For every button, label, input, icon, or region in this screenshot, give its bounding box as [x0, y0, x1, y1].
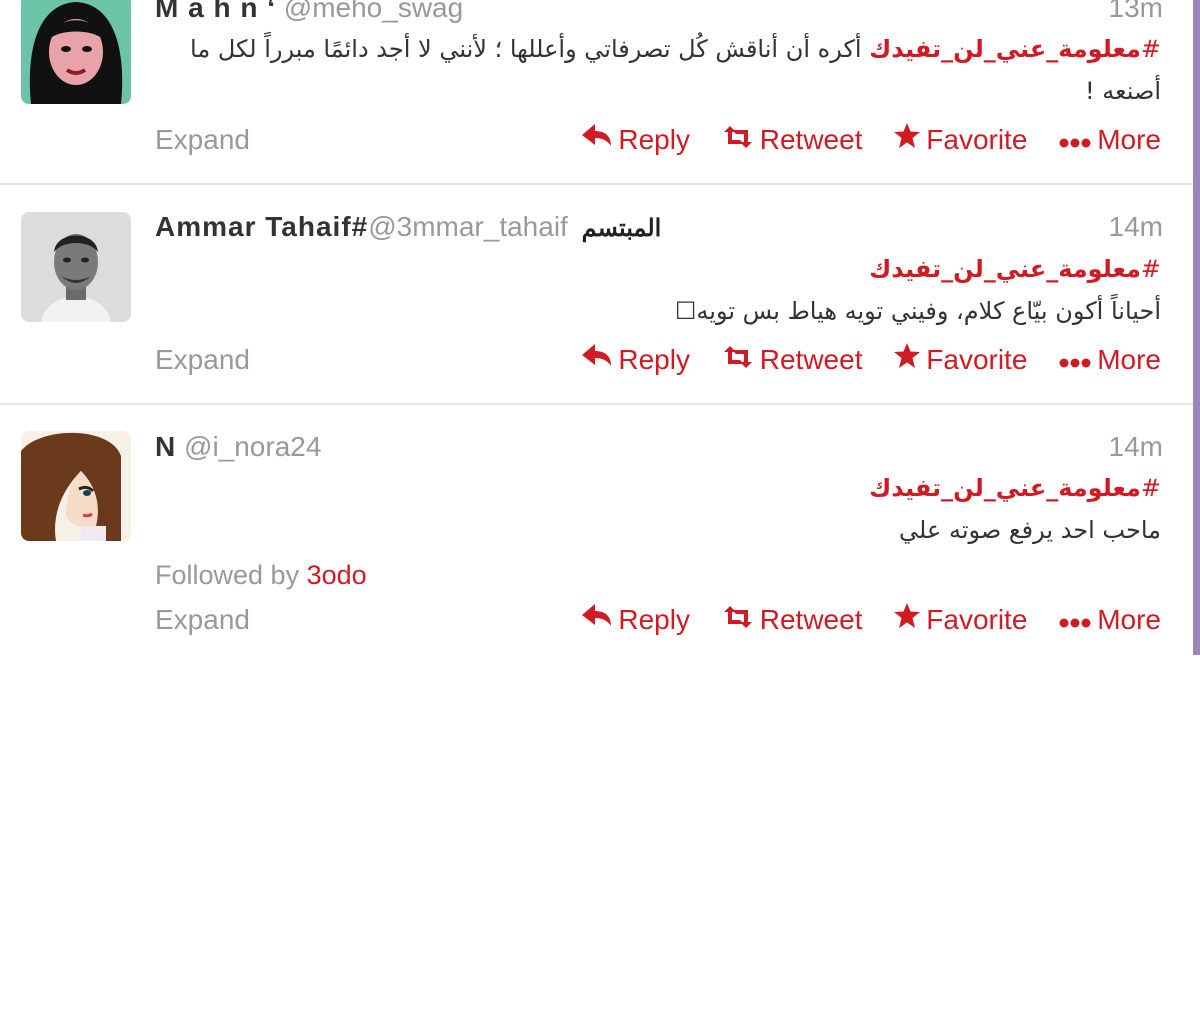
favorite-button[interactable]: Favorite [894, 340, 1027, 382]
reply-button[interactable]: Reply [582, 120, 690, 162]
tweet-text: #معلومة_عني_لن_تفيدك أحياناً أكون بيّاع … [155, 248, 1161, 332]
retweet-icon [722, 599, 754, 639]
reply-icon [582, 339, 612, 379]
expand-link[interactable]: Expand [155, 340, 250, 380]
hashtag-link[interactable]: #معلومة_عني_لن_تفيدك [155, 467, 1161, 509]
reply-icon [582, 119, 612, 159]
author-name[interactable]: M a h n ‘ [155, 0, 276, 23]
expand-link[interactable]: Expand [155, 600, 250, 640]
followed-by-label: Followed by [155, 560, 300, 590]
tweet-timeline: M a h n ‘ @meho_swag 13m #معلومة_عني_لن_… [0, 0, 1193, 655]
retweet-button[interactable]: Retweet [722, 339, 862, 382]
favorite-button[interactable]: Favorite [894, 600, 1027, 642]
followed-by-user-link[interactable]: 3odo [307, 560, 367, 590]
tweet-header: N @i_nora24 14m [155, 427, 1163, 467]
ellipsis-icon [1059, 339, 1091, 379]
expand-link[interactable]: Expand [155, 120, 250, 160]
followed-by-context: Followed by 3odo [155, 560, 367, 591]
retweet-button[interactable]: Retweet [722, 119, 862, 162]
favorite-button[interactable]: Favorite [894, 120, 1027, 162]
hashtag-link[interactable]: #معلومة_عني_لن_تفيدك [155, 248, 1161, 290]
tweet-item[interactable]: N @i_nora24 14m #معلومة_عني_لن_تفيدك ماح… [0, 405, 1193, 655]
author-name[interactable]: N [155, 431, 176, 462]
tweet-timestamp[interactable]: 13m [1109, 0, 1163, 28]
tweet-header: M a h n ‘ @meho_swag 13m [155, 0, 1163, 28]
tweet-text: #معلومة_عني_لن_تفيدك ماحب احد يرفع صوته … [155, 467, 1161, 551]
tweet-timestamp[interactable]: 14m [1109, 427, 1163, 467]
ellipsis-icon [1059, 599, 1091, 639]
more-button[interactable]: More [1059, 120, 1161, 162]
author-name[interactable]: Ammar Tahaif# [155, 211, 368, 242]
more-button[interactable]: More [1059, 340, 1161, 382]
author-handle[interactable]: @3mmar_tahaif [368, 211, 568, 242]
tweet-actions: Expand Reply Retweet Favorite More [155, 600, 1161, 640]
retweet-icon [722, 339, 754, 379]
tweet-header: Ammar Tahaif#@3mmar_tahaif المبتسم 14m [155, 207, 1163, 247]
more-button[interactable]: More [1059, 600, 1161, 642]
author-handle[interactable]: @meho_swag [284, 0, 463, 23]
author-handle[interactable]: @i_nora24 [184, 431, 321, 462]
star-icon [894, 119, 921, 159]
reply-icon [582, 599, 612, 639]
avatar[interactable] [21, 212, 131, 322]
hashtag-link[interactable]: #معلومة_عني_لن_تفيدك [869, 35, 1161, 63]
retweet-icon [722, 119, 754, 159]
reply-button[interactable]: Reply [582, 340, 690, 382]
tweet-text: #معلومة_عني_لن_تفيدك أكره أن أناقش كُل ت… [155, 28, 1161, 112]
retweet-button[interactable]: Retweet [722, 599, 862, 642]
timeline-right-border [1193, 0, 1200, 655]
tweet-actions: Expand Reply Retweet Favorite More [155, 340, 1161, 380]
reply-button[interactable]: Reply [582, 600, 690, 642]
avatar[interactable] [21, 431, 131, 541]
author-name-suffix: المبتسم [581, 215, 662, 242]
star-icon [894, 339, 921, 379]
tweet-body: أحياناً أكون بيّاع كلام، وفيني تويه هياط… [674, 297, 1161, 325]
tweet-body: ماحب احد يرفع صوته علي [899, 516, 1161, 544]
tweet-item[interactable]: M a h n ‘ @meho_swag 13m #معلومة_عني_لن_… [0, 0, 1193, 185]
tweet-timestamp[interactable]: 14m [1109, 207, 1163, 247]
tweet-actions: Expand Reply Retweet Favorite More [155, 120, 1161, 160]
tweet-item[interactable]: Ammar Tahaif#@3mmar_tahaif المبتسم 14m #… [0, 185, 1193, 405]
ellipsis-icon [1059, 119, 1091, 159]
avatar[interactable] [21, 0, 131, 104]
star-icon [894, 599, 921, 639]
